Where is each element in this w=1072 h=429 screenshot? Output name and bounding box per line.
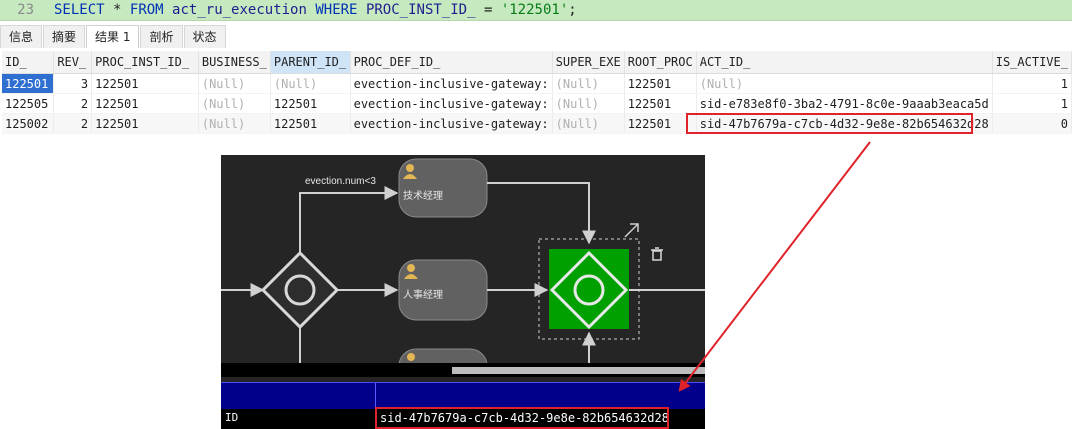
result-tabs: 信息 摘要 结果 1 剖析 状态 [0,25,227,49]
table-cell-super-exe[interactable]: (Null) [552,73,625,94]
sequence-flow[interactable] [487,182,596,245]
table-cell-proc-def-id[interactable]: evection-inclusive-gateway: [350,93,553,114]
table-cell-is-active[interactable]: 1 [992,93,1072,114]
table-cell-super-exe[interactable]: (Null) [552,93,625,114]
column-header-super-exe[interactable]: SUPER_EXE [552,51,625,74]
user-task-hr-manager[interactable]: 人事经理 [398,259,488,321]
column-header-root-proc[interactable]: ROOT_PROC [624,51,697,74]
trash-icon[interactable] [651,247,663,261]
properties-column-divider[interactable] [375,383,376,410]
task-label: 人事经理 [403,288,443,301]
table-cell-act-id[interactable]: sid-e783e8f0-3ba2-4791-8c0e-9aaab3eaca5d [696,93,993,114]
table-cell-rev[interactable]: 3 [53,73,93,94]
user-icon [407,353,415,361]
table-row[interactable]: 122501 3 122501 (Null) (Null) evection-i… [2,73,1072,94]
flow-condition-label: evection.num<3 [305,176,376,187]
column-header-is-active[interactable]: IS_ACTIVE_ [992,51,1072,74]
sql-equals: = [483,2,493,18]
user-task-tech-manager[interactable]: 技术经理 [398,158,488,218]
column-header-rev[interactable]: REV_ [53,51,93,74]
table-cell-parent-id[interactable]: 122501 [270,93,351,114]
column-header-proc-inst-id[interactable]: PROC_INST_ID_ [91,51,199,74]
inclusive-gateway-fork[interactable] [260,250,340,330]
column-header-business[interactable]: BUSINESS_ [198,51,271,74]
tab-profile[interactable]: 剖析 [140,25,183,48]
table-cell-is-active[interactable]: 1 [992,73,1072,94]
bpmn-diagram: evection.num<3 技术经理 人事经理 [221,158,705,363]
scrollbar-thumb[interactable] [452,367,705,374]
sql-keyword-select: SELECT [54,2,105,18]
table-cell-root-proc[interactable]: 122501 [624,93,697,114]
property-key: ID [225,411,239,424]
connect-arrow-icon[interactable] [624,223,639,238]
table-cell-parent-id[interactable]: (Null) [270,73,351,94]
column-header-proc-def-id[interactable]: PROC_DEF_ID_ [350,51,553,74]
tab-summary[interactable]: 摘要 [43,25,86,48]
table-cell-business[interactable]: (Null) [198,73,271,94]
table-cell-super-exe[interactable]: (Null) [552,113,625,134]
sql-keyword-from: FROM [129,2,164,18]
properties-panel-header [221,382,705,410]
sql-semicolon: ; [568,2,577,18]
tab-status[interactable]: 状态 [183,25,226,48]
annotation-arrow-line [678,141,871,392]
table-cell-proc-def-id[interactable]: evection-inclusive-gateway: [350,113,553,134]
sql-star: * [113,2,122,18]
table-cell-id[interactable]: 122505 [2,93,55,114]
horizontal-scrollbar[interactable] [221,363,705,377]
table-cell-root-proc[interactable]: 122501 [624,73,697,94]
table-cell-proc-def-id[interactable]: evection-inclusive-gateway: [350,73,553,94]
sql-column-name: PROC_INST_ID_ [365,2,476,18]
table-cell-parent-id[interactable]: 122501 [270,113,351,134]
table-cell-act-id[interactable]: (Null) [696,73,993,94]
column-header-act-id[interactable]: ACT_ID_ [696,51,993,74]
sql-keyword-where: WHERE [315,2,358,18]
act-id-highlight-box [686,113,973,134]
sequence-flow-conditional[interactable] [299,186,399,255]
sql-editor-line[interactable]: 23 SELECT * FROM act_ru_execution WHERE P… [0,0,1072,21]
property-value-highlight-box [375,407,669,429]
table-cell-business[interactable]: (Null) [198,113,271,134]
table-cell-rev[interactable]: 2 [53,113,93,134]
column-header-id[interactable]: ID_ [2,51,55,74]
table-cell-proc-inst-id[interactable]: 122501 [91,73,199,94]
task-label: 技术经理 [403,189,443,202]
tab-info[interactable]: 信息 [0,25,43,48]
table-cell-id[interactable]: 125002 [2,113,55,134]
table-cell-is-active[interactable]: 0 [992,113,1072,134]
grid-header-row: ID_ REV_ PROC_INST_ID_ BUSINESS_ PARENT_… [2,51,1072,74]
table-cell-rev[interactable]: 2 [53,93,93,114]
inclusive-gateway-join-selected[interactable] [549,249,629,330]
table-cell-business[interactable]: (Null) [198,93,271,114]
bpmn-designer-canvas[interactable]: evection.num<3 技术经理 人事经理 ID sid-47b7679a… [221,155,705,429]
sql-string-value: '122501' [500,2,569,18]
table-cell-proc-inst-id[interactable]: 122501 [91,113,199,134]
tab-result-1[interactable]: 结果 1 [86,25,140,48]
table-row[interactable]: 122505 2 122501 (Null) 122501 evection-i… [2,93,1072,114]
table-cell-proc-inst-id[interactable]: 122501 [91,93,199,114]
line-number: 23 [17,2,34,18]
table-cell-id[interactable]: 122501 [2,73,55,94]
column-header-parent-id[interactable]: PARENT_ID_ [270,51,351,74]
user-task-partial[interactable] [398,348,488,363]
sql-table-name: act_ru_execution [172,2,307,18]
